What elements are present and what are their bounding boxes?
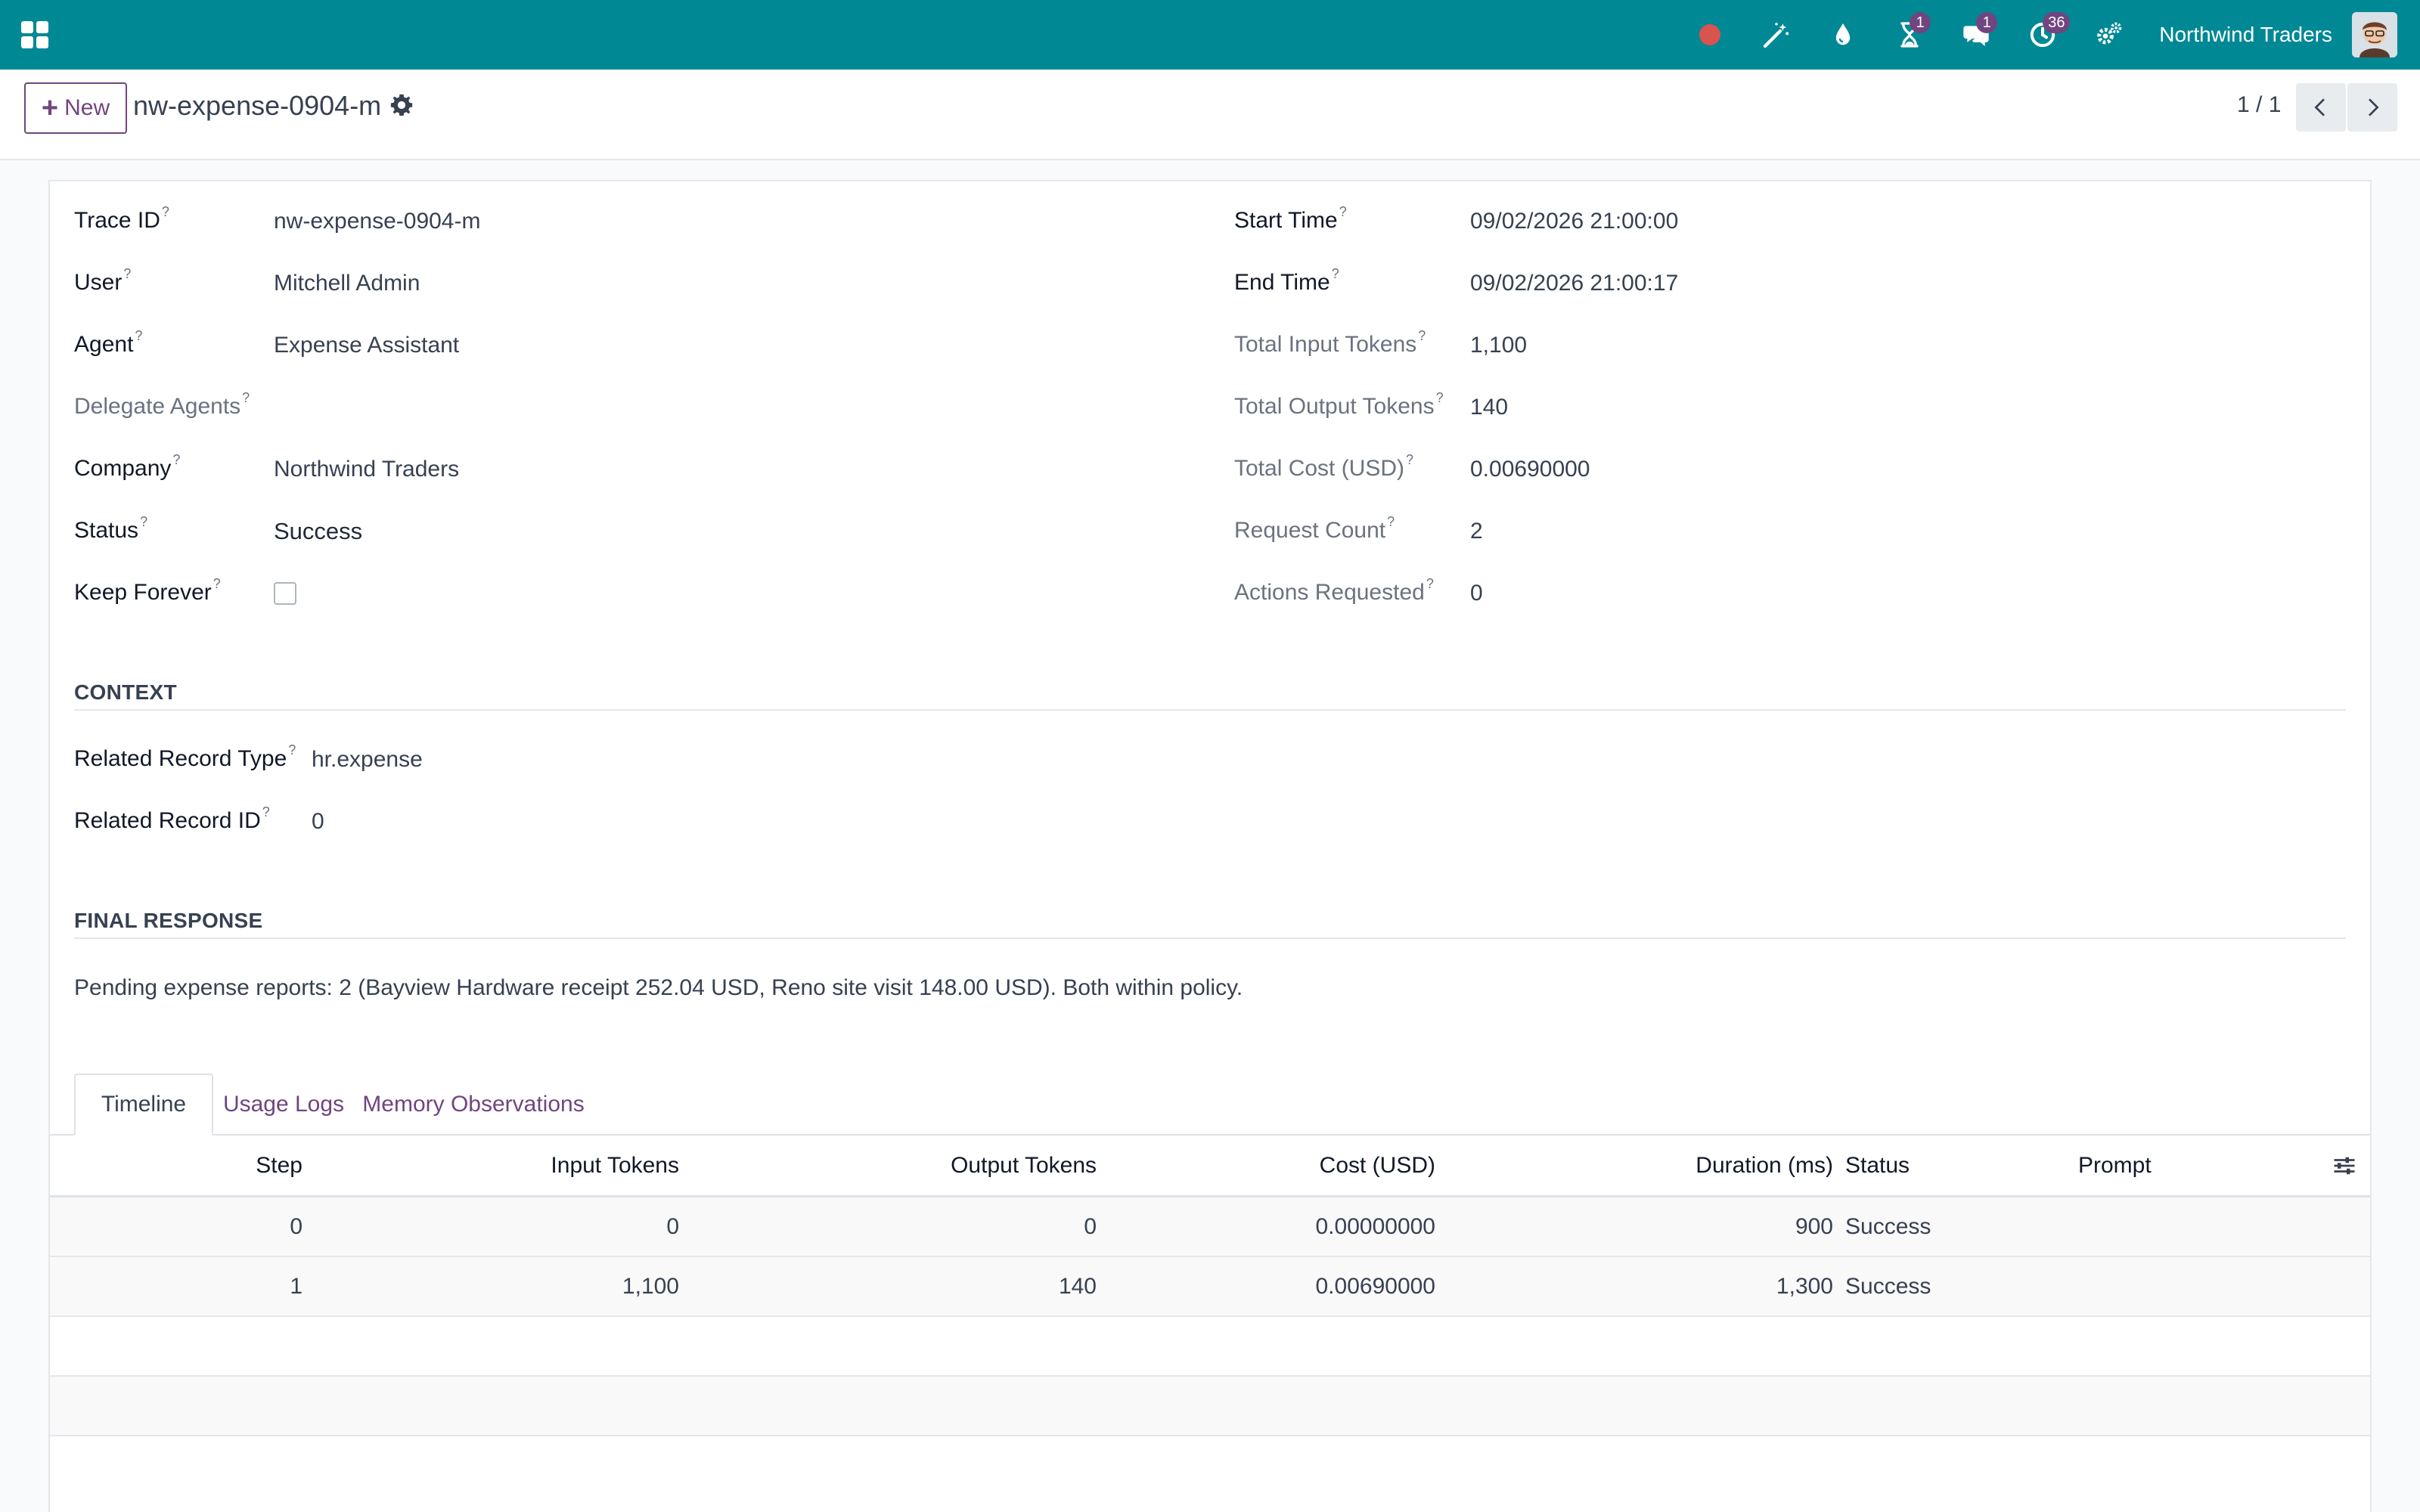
- end-time-value[interactable]: 09/02/2026 21:00:17: [1470, 271, 1678, 296]
- total-output-tokens-value: 140: [1470, 395, 1509, 420]
- new-button[interactable]: + New: [24, 82, 127, 134]
- messages-badge: 1: [1976, 12, 1998, 33]
- related-record-id-value[interactable]: 0: [312, 809, 324, 835]
- optional-columns-icon[interactable]: [2331, 1152, 2358, 1179]
- actions-requested-value: 0: [1470, 581, 1483, 606]
- column-header-status[interactable]: Status: [1845, 1136, 2072, 1195]
- cell-duration: 1,300: [1776, 1273, 1833, 1299]
- clock-badge: 36: [2043, 12, 2071, 33]
- final-response-section-title: FINAL RESPONSE: [74, 909, 263, 932]
- timeline-table: Step Input Tokens Output Tokens Cost (US…: [50, 1136, 2370, 1496]
- final-response-divider: [74, 937, 2346, 939]
- chevron-left-icon: [2314, 98, 2325, 116]
- company-value[interactable]: Northwind Traders: [274, 457, 459, 482]
- final-response-text: Pending expense reports: 2 (Bayview Hard…: [74, 975, 1243, 1000]
- company-label: Company?: [74, 452, 181, 481]
- empty-table-row: [50, 1317, 2370, 1377]
- cell-step: 1: [290, 1273, 302, 1299]
- tab-memory-observations[interactable]: Memory Observations: [354, 1074, 593, 1136]
- empty-table-row: [50, 1377, 2370, 1436]
- request-count-label: Request Count?: [1234, 514, 1395, 543]
- cell-status: Success: [1845, 1213, 1931, 1239]
- total-output-tokens-label: Total Output Tokens?: [1234, 390, 1444, 419]
- column-header-duration[interactable]: Duration (ms): [1435, 1136, 1833, 1195]
- related-record-type-value[interactable]: hr.expense: [312, 747, 423, 773]
- table-header: Step Input Tokens Output Tokens Cost (US…: [50, 1136, 2370, 1198]
- agent-label: Agent?: [74, 328, 143, 357]
- total-input-tokens-label: Total Input Tokens?: [1234, 328, 1426, 357]
- related-record-id-label: Related Record ID?: [74, 804, 270, 833]
- company-switcher[interactable]: Northwind Traders: [2159, 23, 2332, 47]
- settings-cogs-icon[interactable]: [2091, 17, 2127, 53]
- cell-prompt: [2078, 1198, 2305, 1256]
- apps-menu-icon[interactable]: [21, 21, 48, 48]
- cell-status: Success: [1845, 1273, 1931, 1299]
- agent-value[interactable]: Expense Assistant: [274, 333, 459, 358]
- clock-activity-icon[interactable]: 36: [2024, 12, 2071, 53]
- total-input-tokens-value: 1,100: [1470, 333, 1528, 358]
- user-avatar[interactable]: [2352, 12, 2397, 57]
- total-cost-value: 0.00690000: [1470, 457, 1590, 482]
- column-header-output-tokens[interactable]: Output Tokens: [679, 1136, 1097, 1195]
- cell-input-tokens: 1,100: [622, 1273, 679, 1299]
- control-panel: + New nw-expense-0904-m 1 / 1: [0, 70, 2420, 160]
- cell-output-tokens: 0: [1084, 1213, 1097, 1239]
- new-button-label: New: [64, 95, 110, 120]
- navbar-systray: 1 1 36 Northwind Traders: [1677, 0, 2397, 70]
- activity-badge: 1: [1910, 12, 1931, 33]
- user-value[interactable]: Mitchell Admin: [274, 271, 420, 296]
- chevron-right-icon: [2369, 98, 2379, 116]
- actions-requested-label: Actions Requested?: [1234, 576, 1434, 605]
- chat-messages-icon[interactable]: 1: [1958, 12, 1998, 53]
- table-row[interactable]: 0 0 0 0.00000000 900 Success: [50, 1198, 2370, 1257]
- pager-value[interactable]: 1 / 1: [2237, 92, 2281, 118]
- user-label: User?: [74, 266, 132, 295]
- start-time-label: Start Time?: [1234, 204, 1347, 233]
- breadcrumb-record-title: nw-expense-0904-m: [133, 90, 382, 121]
- record-dot-icon[interactable]: [1692, 17, 1728, 53]
- trace-id-value[interactable]: nw-expense-0904-m: [274, 209, 480, 234]
- cell-prompt: [2078, 1257, 2305, 1315]
- status-label: Status?: [74, 514, 148, 543]
- context-section-title: CONTEXT: [74, 680, 177, 704]
- request-count-value: 2: [1470, 519, 1483, 544]
- cell-cost: 0.00690000: [1315, 1273, 1436, 1299]
- end-time-label: End Time?: [1234, 266, 1339, 295]
- cell-step: 0: [290, 1213, 302, 1239]
- gear-icon[interactable]: [389, 92, 414, 118]
- related-record-type-label: Related Record Type?: [74, 742, 296, 771]
- total-cost-label: Total Cost (USD)?: [1234, 452, 1414, 481]
- empty-table-row: [50, 1436, 2370, 1496]
- plus-icon: +: [41, 92, 59, 124]
- tab-timeline[interactable]: Timeline: [74, 1074, 213, 1136]
- form-sheet: Trace ID? nw-expense-0904-m User? Mitche…: [48, 180, 2372, 1512]
- column-header-step[interactable]: Step: [50, 1136, 302, 1195]
- cell-cost: 0.00000000: [1315, 1213, 1436, 1239]
- column-header-prompt[interactable]: Prompt: [2078, 1136, 2305, 1195]
- top-navbar: 1 1 36 Northwind Traders: [0, 0, 2420, 70]
- tab-usage-logs[interactable]: Usage Logs: [213, 1074, 354, 1136]
- start-time-value[interactable]: 09/02/2026 21:00:00: [1470, 209, 1678, 234]
- table-row[interactable]: 1 1,100 140 0.00690000 1,300 Success: [50, 1257, 2370, 1317]
- keep-forever-label: Keep Forever?: [74, 576, 221, 605]
- trace-id-label: Trace ID?: [74, 204, 169, 233]
- drop-icon[interactable]: [1825, 17, 1861, 53]
- cell-duration: 900: [1795, 1213, 1833, 1239]
- pager-previous-button[interactable]: [2296, 83, 2346, 132]
- pager-next-button[interactable]: [2347, 83, 2397, 132]
- column-header-cost[interactable]: Cost (USD): [1097, 1136, 1435, 1195]
- context-divider: [74, 709, 2346, 711]
- cell-input-tokens: 0: [666, 1213, 679, 1239]
- status-value[interactable]: Success: [274, 518, 362, 545]
- magic-wand-icon[interactable]: [1758, 17, 1795, 53]
- keep-forever-checkbox[interactable]: [274, 582, 296, 605]
- cell-output-tokens: 140: [1058, 1273, 1097, 1299]
- delegate-agents-label: Delegate Agents?: [74, 390, 250, 419]
- hourglass-activity-icon[interactable]: 1: [1891, 12, 1931, 53]
- column-header-input-tokens[interactable]: Input Tokens: [302, 1136, 679, 1195]
